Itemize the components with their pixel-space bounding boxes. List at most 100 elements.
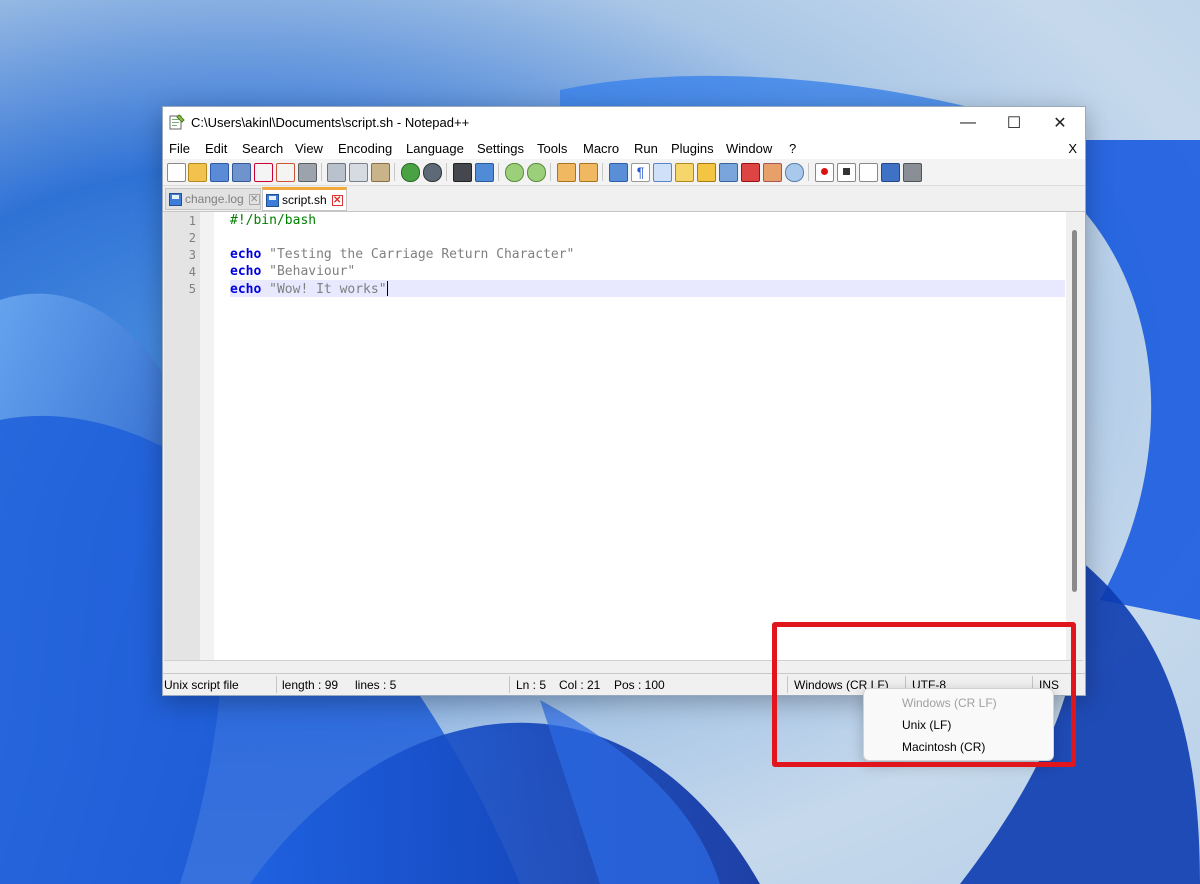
open-file-icon[interactable] [188, 163, 207, 182]
sync-horizontal-icon[interactable] [579, 163, 598, 182]
string-token: "Behaviour" [269, 264, 356, 279]
maximize-button[interactable]: ☐ [991, 107, 1037, 139]
status-column: Col : 21 [559, 678, 601, 692]
word-wrap-icon[interactable] [609, 163, 628, 182]
status-separator [276, 676, 277, 693]
paste-icon[interactable] [371, 163, 390, 182]
tab-label: change.log [185, 192, 244, 206]
show-all-characters-icon[interactable]: ¶ [631, 163, 650, 182]
code-editor[interactable]: 1 2 3 4 5 #!/bin/bash echo "Testing the … [164, 212, 1083, 667]
zoom-out-icon[interactable] [527, 163, 546, 182]
save-all-icon[interactable] [232, 163, 251, 182]
record-macro-icon[interactable] [815, 163, 834, 182]
toolbar-separator [446, 163, 447, 181]
menu-tools[interactable]: Tools [537, 141, 567, 156]
fold-margin [200, 212, 214, 667]
keyword-token: echo [230, 264, 262, 279]
vertical-scrollbar[interactable] [1066, 212, 1083, 667]
line-number: 1 [188, 214, 196, 228]
menu-search[interactable]: Search [242, 141, 283, 156]
close-all-icon[interactable] [276, 163, 295, 182]
code-line-1: #!/bin/bash [230, 213, 316, 228]
notepad-plus-plus-icon [169, 114, 185, 130]
stop-macro-icon[interactable] [837, 163, 856, 182]
find-icon[interactable] [453, 163, 472, 182]
tab-close-icon[interactable]: ✕ [331, 194, 343, 206]
copy-icon[interactable] [349, 163, 368, 182]
toolbar-separator [321, 163, 322, 181]
status-length: length : 99 [282, 678, 339, 692]
title-bar: C:\Users\akinl\Documents\script.sh - Not… [163, 107, 1085, 139]
status-line-number: Ln : 5 [516, 678, 547, 692]
code-line-4: echo "Behaviour" [230, 264, 355, 279]
save-macro-icon[interactable] [903, 163, 922, 182]
line-number: 2 [188, 231, 196, 245]
sync-vertical-icon[interactable] [557, 163, 576, 182]
menu-file[interactable]: File [169, 141, 190, 156]
save-icon[interactable] [210, 163, 229, 182]
replace-icon[interactable] [475, 163, 494, 182]
line-number: 5 [188, 282, 196, 296]
string-token: "Wow! It works" [269, 282, 387, 297]
toolbar: ¶ [163, 159, 1085, 186]
menu-run[interactable]: Run [634, 141, 658, 156]
menu-macro[interactable]: Macro [583, 141, 619, 156]
code-line-3: echo "Testing the Carriage Return Charac… [230, 247, 574, 262]
status-file-type: Unix script file [164, 678, 239, 692]
redo-icon[interactable] [423, 163, 442, 182]
code-line-5: echo "Wow! It works" [230, 281, 388, 297]
line-number: 4 [188, 265, 196, 279]
zoom-in-icon[interactable] [505, 163, 524, 182]
keyword-token: echo [230, 282, 262, 297]
tab-label: script.sh [282, 193, 327, 207]
tab-bar: change.log ✕ script.sh ✕ [163, 186, 1085, 212]
menu-view[interactable]: View [295, 141, 323, 156]
function-list-icon[interactable] [741, 163, 760, 182]
print-icon[interactable] [298, 163, 317, 182]
window-title: C:\Users\akinl\Documents\script.sh - Not… [191, 115, 470, 130]
toolbar-separator [808, 163, 809, 181]
toolbar-separator [394, 163, 395, 181]
toolbar-separator [498, 163, 499, 181]
scrollbar-thumb[interactable] [1072, 230, 1077, 592]
play-macro-icon[interactable] [859, 163, 878, 182]
string-token: "Testing the Carriage Return Character" [269, 247, 575, 262]
status-separator [509, 676, 510, 693]
annotation-highlight-box [772, 622, 1076, 767]
close-icon[interactable] [254, 163, 273, 182]
toolbar-separator [602, 163, 603, 181]
tab-script-sh[interactable]: script.sh ✕ [262, 187, 347, 211]
menu-language[interactable]: Language [406, 141, 464, 156]
menu-settings[interactable]: Settings [477, 141, 524, 156]
close-button[interactable]: ✕ [1037, 107, 1083, 139]
menu-window[interactable]: Window [726, 141, 772, 156]
text-caret [386, 281, 388, 296]
comment-token: #!/bin/bash [230, 213, 317, 228]
folder-as-workspace-icon[interactable] [763, 163, 782, 182]
keyword-token: echo [230, 247, 262, 262]
menu-help[interactable]: ? [789, 141, 796, 156]
menu-bar: File Edit Search View Encoding Language … [163, 139, 1085, 159]
menu-edit[interactable]: Edit [205, 141, 227, 156]
status-position: Pos : 100 [614, 678, 665, 692]
close-document-button[interactable]: X [1068, 141, 1077, 156]
undo-icon[interactable] [401, 163, 420, 182]
menu-encoding[interactable]: Encoding [338, 141, 392, 156]
document-map-icon[interactable] [697, 163, 716, 182]
tab-change-log[interactable]: change.log ✕ [165, 188, 261, 210]
cut-icon[interactable] [327, 163, 346, 182]
line-number: 3 [188, 248, 196, 262]
user-defined-language-icon[interactable] [675, 163, 694, 182]
file-saved-icon [169, 192, 182, 206]
toolbar-separator [550, 163, 551, 181]
file-saved-icon [266, 193, 279, 207]
indent-guide-icon[interactable] [653, 163, 672, 182]
document-list-icon[interactable] [719, 163, 738, 182]
minimize-button[interactable]: — [945, 107, 991, 139]
line-number-gutter: 1 2 3 4 5 [164, 212, 200, 667]
new-file-icon[interactable] [167, 163, 186, 182]
run-macro-multiple-icon[interactable] [881, 163, 900, 182]
menu-plugins[interactable]: Plugins [671, 141, 714, 156]
tab-close-icon[interactable]: ✕ [248, 193, 260, 205]
monitoring-eye-icon[interactable] [785, 163, 804, 182]
